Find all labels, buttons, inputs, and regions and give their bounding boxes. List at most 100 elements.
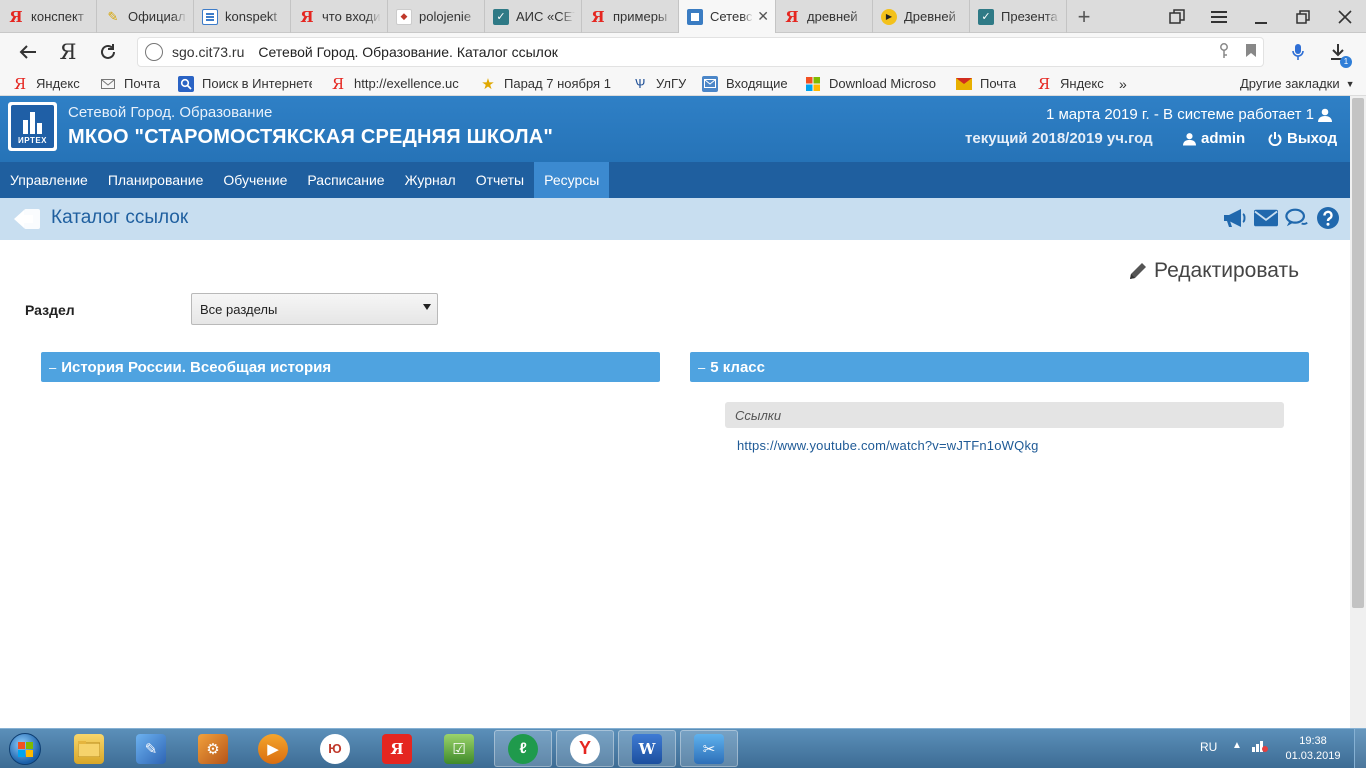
pencil-icon: ✎: [107, 8, 119, 24]
close-tab-icon[interactable]: ✕: [757, 8, 769, 25]
panel-title: 5 класс: [710, 358, 765, 376]
show-desktop-button[interactable]: [1354, 729, 1366, 768]
back-arrow-icon[interactable]: [12, 207, 42, 231]
chat-icon[interactable]: [1285, 206, 1309, 230]
menu-item-journal[interactable]: Журнал: [395, 162, 466, 198]
menu-item-management[interactable]: Управление: [0, 162, 98, 198]
tab-label: что входи: [322, 9, 381, 24]
bookmark-item[interactable]: Почта: [100, 71, 170, 96]
bookmark-item[interactable]: Я Яндекс: [1036, 71, 1116, 96]
taskbar-yandex-browser[interactable]: Y: [556, 730, 614, 767]
school-year[interactable]: текущий 2018/2019 уч.год: [965, 130, 1153, 147]
edit-button[interactable]: Редактировать: [1128, 259, 1299, 283]
browser-tab[interactable]: Я конспект: [0, 0, 97, 33]
bookmark-item[interactable]: Почта: [956, 71, 1026, 96]
collapse-icon[interactable]: –: [49, 360, 56, 375]
browser-tab[interactable]: Я древней: [776, 0, 873, 33]
taskbar-app-3[interactable]: ⚙: [184, 730, 242, 767]
bookmark-item[interactable]: ★ Парад 7 ноября 1: [480, 71, 613, 96]
word-icon: W: [632, 733, 662, 764]
document-icon: [202, 8, 218, 25]
help-icon[interactable]: [1316, 206, 1340, 230]
checklist-icon: ☑: [444, 733, 474, 764]
taskbar-app-4[interactable]: ▶: [244, 730, 302, 767]
browser-tab[interactable]: konspekt: [194, 0, 291, 33]
language-indicator[interactable]: RU: [1200, 740, 1217, 754]
more-bookmarks-button[interactable]: »: [1119, 71, 1127, 96]
taskbar-explorer[interactable]: [60, 730, 118, 767]
browser-tab[interactable]: ✓ Презента: [970, 0, 1067, 33]
key-icon[interactable]: [1219, 42, 1229, 62]
taskbar-word[interactable]: W: [618, 730, 676, 767]
megaphone-icon[interactable]: [1223, 206, 1247, 230]
tabs-view-icon[interactable]: [1156, 0, 1198, 33]
doc-red-icon: ◆: [396, 8, 412, 25]
taskbar-app-2[interactable]: ✎: [122, 730, 180, 767]
yandex-home-icon[interactable]: Я: [48, 33, 88, 71]
new-tab-button[interactable]: +: [1067, 0, 1101, 33]
address-input[interactable]: sgo.cit73.ru Сетевой Город. Образование.…: [137, 37, 1264, 67]
page-scrollbar[interactable]: [1350, 96, 1366, 728]
section-select[interactable]: Все разделы: [191, 293, 438, 325]
browser-tab[interactable]: ◆ polojenie: [388, 0, 485, 33]
minimize-icon[interactable]: [1240, 0, 1282, 33]
green-app-icon: ℓ: [508, 733, 538, 764]
system-clock[interactable]: 19:38 01.03.2019: [1282, 734, 1344, 764]
other-bookmarks-button[interactable]: Другие закладки ▼: [1240, 71, 1355, 96]
taskbar-app-8[interactable]: ℓ: [494, 730, 552, 767]
browser-tab[interactable]: ✓ АИС «СЕТ: [485, 0, 582, 33]
menu-item-schedule[interactable]: Расписание: [297, 162, 394, 198]
yandex-icon: Я: [785, 7, 799, 26]
taskbar-app-6[interactable]: Я: [368, 730, 426, 767]
collapse-icon[interactable]: –: [698, 360, 705, 375]
bookmark-item[interactable]: Download Microso: [805, 71, 940, 96]
url-domain: sgo.cit73.ru: [172, 44, 245, 60]
bookmark-label: Парад 7 ноября 1: [504, 76, 611, 91]
menu-icon[interactable]: [1198, 0, 1240, 33]
search-icon: [178, 75, 194, 92]
menu-item-learning[interactable]: Обучение: [213, 162, 297, 198]
panel-header-history[interactable]: – История России. Всеобщая история: [41, 352, 660, 382]
irtex-logo[interactable]: ИРТЕХ: [8, 102, 57, 151]
browser-tab[interactable]: ✎ Официал: [97, 0, 194, 33]
section-select-value: Все разделы: [200, 301, 278, 317]
bookmark-item[interactable]: Я http://exellence.uc: [330, 71, 463, 96]
link-item[interactable]: https://www.youtube.com/watch?v=wJTFn1oW…: [737, 438, 1039, 453]
taskbar-app-5[interactable]: Ю: [306, 730, 364, 767]
menu-item-planning[interactable]: Планирование: [98, 162, 214, 198]
bookmark-item[interactable]: Ѱ УлГУ: [632, 71, 692, 96]
scrollbar-thumb[interactable]: [1352, 98, 1364, 608]
user-profile-link[interactable]: admin: [1183, 130, 1245, 147]
browser-tab[interactable]: Я примеры: [582, 0, 679, 33]
tab-label: Официал: [128, 9, 186, 24]
tab-label: конспект: [31, 9, 84, 24]
start-button[interactable]: [4, 731, 46, 767]
logout-button[interactable]: Выход: [1268, 130, 1337, 147]
browser-tab[interactable]: ▶ Древней: [873, 0, 970, 33]
menu-item-resources[interactable]: Ресурсы: [534, 162, 610, 198]
network-icon[interactable]: [1252, 738, 1268, 755]
tools-icon: ⚙: [198, 733, 228, 764]
browser-tab[interactable]: Я что входи: [291, 0, 388, 33]
bookmark-item[interactable]: Входящие: [702, 71, 822, 96]
reload-icon[interactable]: [88, 33, 128, 71]
taskbar-snipping[interactable]: ✂: [680, 730, 738, 767]
links-subheader: Ссылки: [725, 402, 1284, 428]
bookmark-icon[interactable]: [1245, 43, 1257, 61]
tray-expand-icon[interactable]: ▲: [1232, 740, 1242, 751]
bookmark-item[interactable]: Я Яндекс: [12, 71, 92, 96]
bookmark-item[interactable]: Поиск в Интернете: [178, 71, 312, 96]
back-arrow-icon[interactable]: [8, 33, 48, 71]
download-icon[interactable]: 1: [1326, 33, 1352, 71]
microphone-icon[interactable]: [1286, 33, 1310, 71]
browser-tab-active[interactable]: Сетевс ✕: [679, 0, 776, 33]
close-window-icon[interactable]: [1324, 0, 1366, 33]
taskbar-app-7[interactable]: ☑: [430, 730, 488, 767]
restore-icon[interactable]: [1282, 0, 1324, 33]
panel-header-grade[interactable]: – 5 класс: [690, 352, 1309, 382]
menu-item-reports[interactable]: Отчеты: [466, 162, 534, 198]
mail-icon[interactable]: [1254, 206, 1278, 230]
tab-label: древней: [807, 9, 858, 24]
bookmark-label: УлГУ: [656, 76, 687, 91]
panel-title: История России. Всеобщая история: [61, 358, 332, 376]
